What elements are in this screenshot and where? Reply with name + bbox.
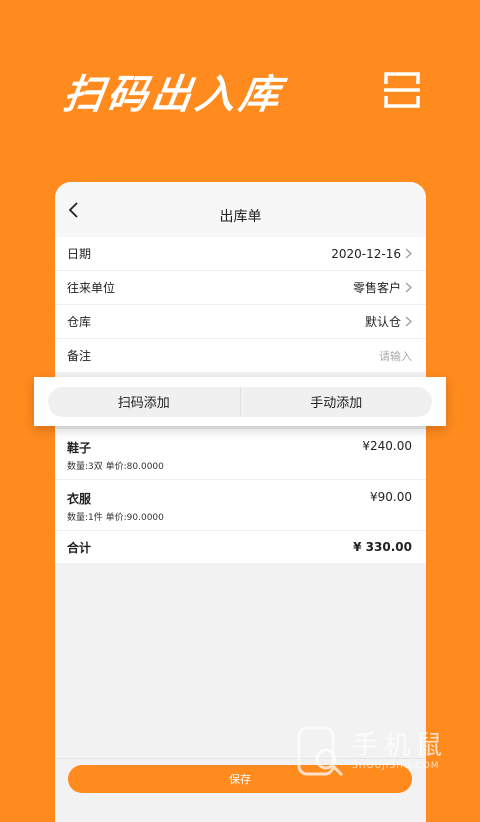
add-action-bar: 扫码添加 手动添加 [34,377,446,426]
partner-row[interactable]: 往来单位 零售客户 [55,271,426,305]
add-action-group: 扫码添加 手动添加 [48,386,433,417]
chevron-right-icon [405,282,412,293]
list-item[interactable]: 衣服 数量:1件 单价:90.0000 ¥90.00 [55,480,426,531]
watermark-logo-icon [297,726,344,777]
list-item[interactable]: 鞋子 数量:3双 单价:80.0000 ¥240.00 [55,429,426,480]
partner-value: 零售客户 [352,281,401,295]
item-detail: 数量:3双 单价:80.0000 [67,462,164,472]
page-title: 出库单 [219,209,262,225]
chevron-right-icon [405,316,412,327]
scan-icon[interactable] [382,70,422,110]
total-row: 合计 ¥ 330.00 [55,531,426,563]
date-value: 2020-12-16 [331,246,401,261]
manual-add-button[interactable]: 手动添加 [239,386,433,417]
watermark: 手机鼠 SHOUJISHU.COM [296,725,466,785]
item-list: 鞋子 数量:3双 单价:80.0000 ¥240.00 衣服 数量:1件 单价:… [55,429,426,563]
remark-label: 备注 [67,349,92,363]
watermark-sub: SHOUJISHU.COM [352,761,440,771]
item-detail: 数量:1件 单价:90.0000 [67,513,164,523]
item-price: ¥90.00 [370,490,412,504]
scan-add-button[interactable]: 扫码添加 [48,387,240,417]
date-row[interactable]: 日期 2020-12-16 [55,237,426,271]
total-label: 合计 [67,540,92,555]
item-name: 鞋子 [67,441,92,455]
nav-bar: 出库单 [55,182,426,237]
warehouse-row[interactable]: 仓库 默认仓 [55,305,426,339]
partner-label: 往来单位 [67,281,116,295]
date-label: 日期 [67,247,92,261]
warehouse-value: 默认仓 [364,315,401,329]
remark-input[interactable]: 请输入 [379,348,412,364]
remark-row: 备注 请输入 [55,339,426,372]
watermark-text: 手机鼠 [352,731,449,761]
item-price: ¥240.00 [362,439,412,453]
total-value: ¥ 330.00 [353,540,412,554]
chevron-right-icon [405,248,412,259]
item-name: 衣服 [67,492,92,506]
order-form: 日期 2020-12-16 往来单位 零售客户 仓库 默认仓 备注 请输入 [55,237,426,372]
hero-title: 扫码出入库 [60,72,287,118]
warehouse-label: 仓库 [67,315,92,329]
